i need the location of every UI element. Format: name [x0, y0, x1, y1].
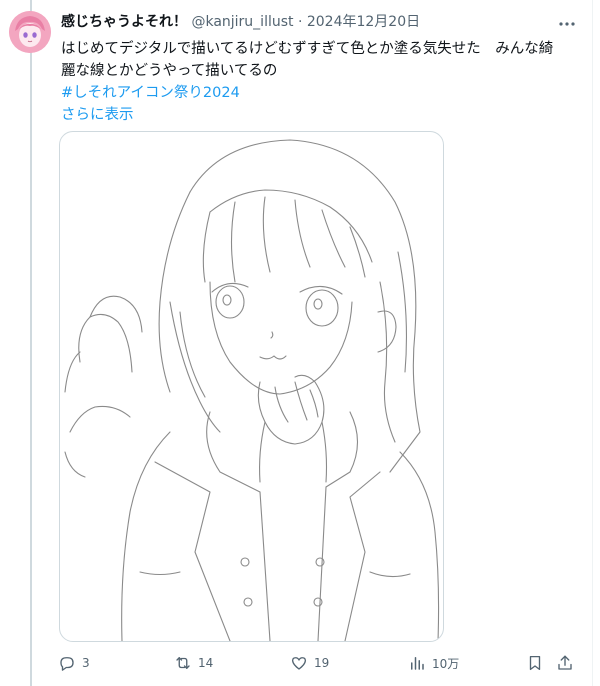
line-art-illustration: [64, 139, 440, 641]
handle[interactable]: @kanjiru_illust: [191, 14, 293, 30]
bookmark-button[interactable]: [526, 650, 544, 676]
views-button[interactable]: 10万: [408, 650, 459, 676]
repost-button[interactable]: 14: [174, 650, 213, 676]
more-icon: [559, 22, 575, 26]
avatar[interactable]: [9, 11, 51, 53]
tweet-image[interactable]: [59, 131, 444, 642]
share-icon: [558, 655, 572, 670]
reply-count: 3: [82, 656, 90, 670]
show-more-link[interactable]: さらに表示: [61, 104, 586, 126]
tweet-header: 感じちゃうよそれ！ @kanjiru_illust · 2024年12月20日: [61, 12, 420, 32]
like-count: 19: [314, 656, 330, 670]
avatar-illustration: [9, 11, 51, 53]
views-icon: [411, 657, 424, 670]
thread-line: [30, 0, 32, 686]
timestamp[interactable]: 2024年12月20日: [307, 14, 420, 30]
repost-count: 14: [198, 656, 214, 670]
action-bar: 3 14 19 10万: [56, 650, 586, 676]
share-button[interactable]: [556, 650, 574, 676]
views-count: 10万: [432, 656, 460, 671]
bookmark-icon: [529, 655, 541, 671]
repost-icon: [176, 657, 190, 669]
heart-icon: [291, 657, 307, 670]
like-button[interactable]: 19: [290, 650, 329, 676]
reply-button[interactable]: 3: [58, 650, 90, 676]
tweet-text-line-1: はじめてデジタルで描いてるけどむずすぎて色とか塗る気失せた みんな綺: [61, 41, 554, 57]
tweet-text-line-2: 麗な線とかどうやって描いてるの: [61, 63, 278, 79]
hashtag-link[interactable]: #しそれアイコン祭り2024: [61, 82, 586, 104]
display-name[interactable]: 感じちゃうよそれ！: [61, 14, 187, 30]
reply-icon: [60, 657, 74, 671]
separator: ·: [297, 14, 303, 30]
more-button[interactable]: [557, 14, 577, 34]
column-border: [592, 0, 593, 686]
tweet-text: はじめてデジタルで描いてるけどむずすぎて色とか塗る気失せた みんな綺 麗な線とか…: [61, 38, 586, 126]
